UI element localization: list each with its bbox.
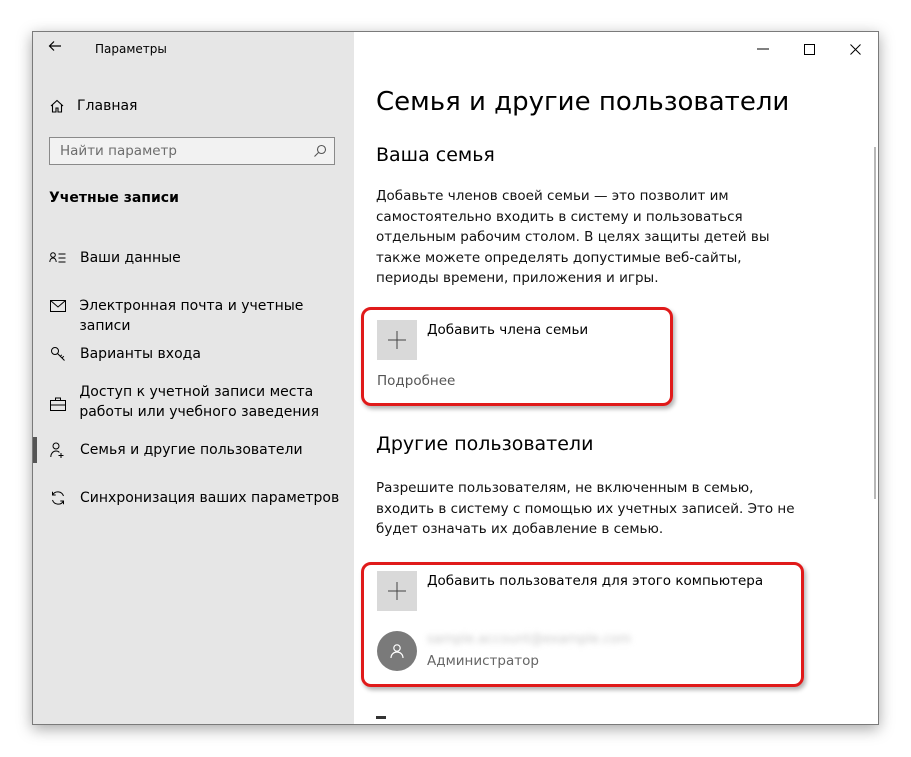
- nav-item-sync[interactable]: Синхронизация ваших параметров: [49, 488, 349, 508]
- maximize-icon[interactable]: [786, 32, 832, 66]
- family-description: Добавьте членов своей семьи — это позвол…: [376, 188, 770, 286]
- highlight-frame-family: [361, 307, 673, 406]
- section-title: Учетные записи: [49, 190, 179, 206]
- mail-icon: [49, 296, 66, 316]
- nav-item-your-info[interactable]: Ваши данные: [49, 248, 349, 268]
- family-icon: [49, 440, 67, 460]
- home-icon: [50, 99, 64, 113]
- nav-item-label: Ваши данные: [80, 250, 181, 266]
- scrollbar[interactable]: [874, 147, 876, 499]
- page-title: Семья и другие пользователи: [376, 87, 790, 117]
- search-icon[interactable]: [313, 144, 327, 158]
- app-title: Параметры: [95, 42, 167, 56]
- user-info-icon: [49, 248, 67, 268]
- key-icon: [49, 344, 67, 364]
- nav-item-family[interactable]: Семья и другие пользователи: [49, 440, 349, 460]
- nav-item-label: Электронная почта и учетные записи: [79, 298, 304, 334]
- nav-item-label: Доступ к учетной записи места работы или…: [79, 384, 319, 420]
- highlight-frame-other-users: [361, 562, 804, 687]
- close-icon[interactable]: [832, 32, 878, 66]
- home-label: Главная: [77, 98, 138, 114]
- nav-item-sign-in[interactable]: Варианты входа: [49, 344, 349, 364]
- other-users-heading: Другие пользователи: [376, 433, 594, 455]
- settings-window: Параметры Главная Учетные записи Ваши да…: [32, 31, 879, 725]
- back-arrow-icon[interactable]: [47, 38, 67, 58]
- sync-icon: [49, 488, 67, 508]
- nav-item-label: Синхронизация ваших параметров: [80, 490, 340, 506]
- nav-item-label: Варианты входа: [80, 346, 201, 362]
- nav-home[interactable]: Главная: [49, 94, 137, 118]
- other-users-description: Разрешите пользователям, не включенным в…: [376, 480, 795, 537]
- search-box[interactable]: [49, 137, 335, 165]
- family-heading: Ваша семья: [376, 144, 495, 166]
- nav-item-work-access[interactable]: Доступ к учетной записи места работы или…: [49, 382, 349, 422]
- nav-item-email[interactable]: Электронная почта и учетные записи: [49, 296, 349, 336]
- briefcase-icon: [49, 394, 66, 414]
- minimize-icon[interactable]: [740, 32, 786, 66]
- search-input[interactable]: [60, 143, 300, 159]
- sidebar: Параметры Главная Учетные записи Ваши да…: [33, 32, 354, 724]
- selection-indicator: [33, 437, 37, 463]
- nav-item-label: Семья и другие пользователи: [80, 442, 303, 458]
- main-content: Семья и другие пользователи Ваша семья Д…: [354, 32, 878, 724]
- cut-off-heading: [376, 716, 386, 719]
